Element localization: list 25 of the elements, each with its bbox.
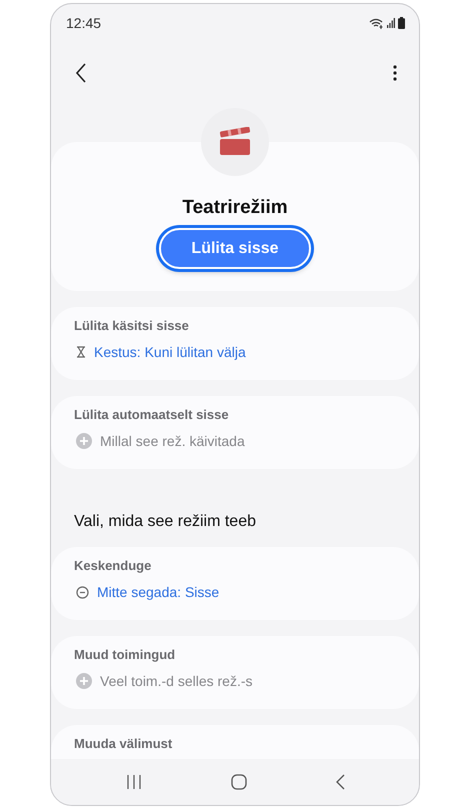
home-icon (230, 774, 246, 790)
card-title: Muud toimingud (74, 647, 176, 662)
minus-circle-icon (76, 586, 89, 598)
wifi-icon (369, 18, 384, 28)
setting-link[interactable]: Veel toim.-d selles rež.-s (100, 673, 252, 689)
recent-apps-icon (126, 775, 142, 789)
card-title: Muuda välimust (74, 736, 174, 751)
section-heading: Vali, mida see režiim teeb (73, 512, 257, 531)
status-time: 12:45 (66, 15, 102, 31)
mode-title: Teatrirežiim (182, 197, 288, 219)
card-title: Lülita automaatselt sisse (74, 407, 230, 422)
plus-icon (76, 673, 92, 689)
plus-icon (76, 433, 92, 449)
card-title: Keskenduge (74, 558, 152, 573)
signal-icon (387, 18, 395, 28)
back-icon (336, 774, 344, 790)
turn-on-button[interactable]: Lülita sisse (159, 228, 311, 269)
setting-link[interactable]: Millal see rež. käivitada (100, 433, 245, 449)
more-options-icon (393, 65, 397, 81)
battery-icon (398, 17, 405, 29)
back-icon (75, 63, 87, 83)
setting-link[interactable]: Kestus: Kuni lülitan välja (94, 344, 246, 360)
hourglass-icon (76, 346, 86, 358)
card-title: Lülita käsitsi sisse (74, 318, 190, 333)
setting-link[interactable]: Mitte segada: Sisse (97, 584, 220, 600)
